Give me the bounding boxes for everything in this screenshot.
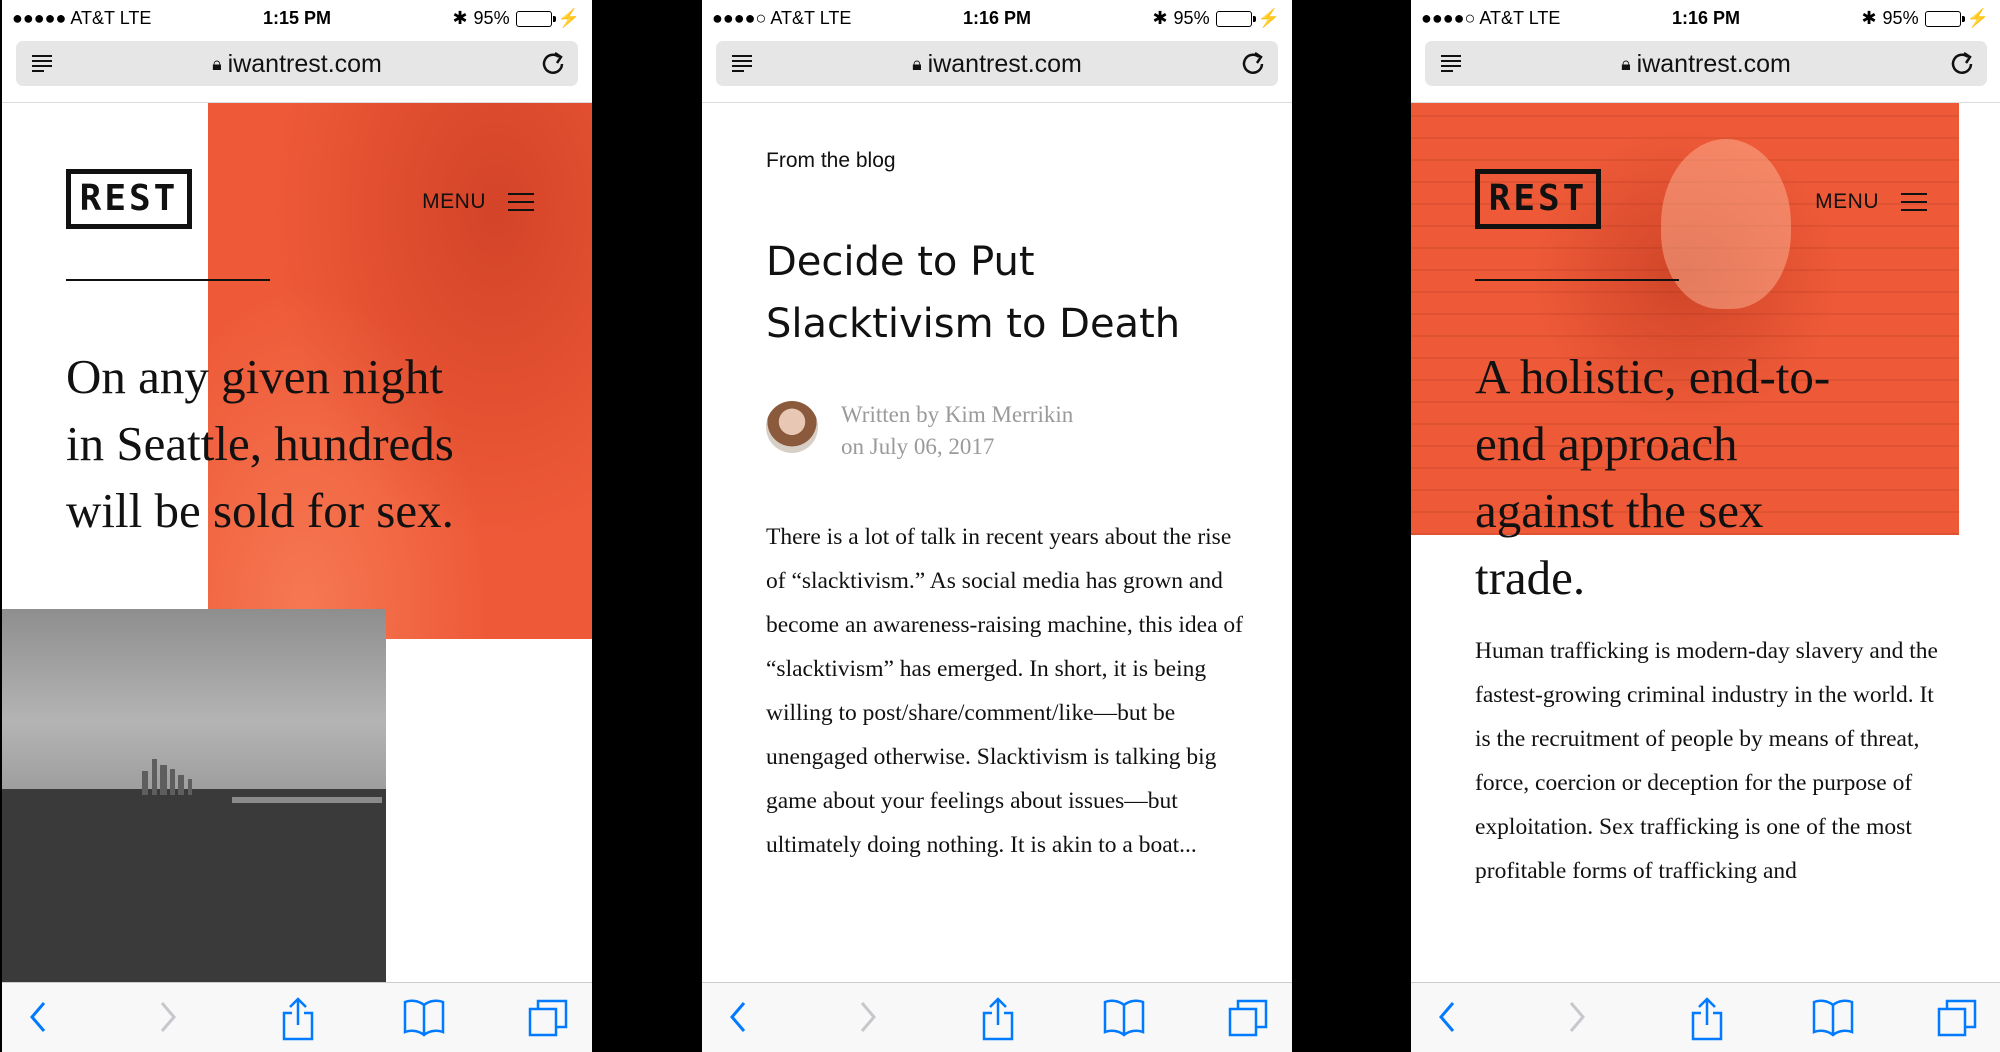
headline-line: On any given night [66, 349, 443, 404]
web-content[interactable]: From the blog Decide to Put Slacktivism … [702, 102, 1292, 982]
battery-icon [1215, 10, 1256, 27]
safari-toolbar [1411, 982, 2000, 1052]
seattle-skyline-photo [2, 609, 386, 982]
hero-headline: On any given night in Seattle, hundreds … [66, 343, 546, 544]
reload-icon[interactable] [1240, 49, 1266, 82]
forward-icon[interactable] [852, 997, 882, 1042]
back-icon[interactable] [24, 997, 54, 1042]
status-right: ✱ 95% ⚡ [1861, 8, 1989, 29]
url-text[interactable]: 🔒︎ iwantrest.com [1425, 50, 1987, 79]
menu-button[interactable]: MENU [1815, 187, 1927, 217]
address-bar[interactable]: 🔒︎ iwantrest.com [1425, 41, 1987, 86]
post-title[interactable]: Decide to Put Slacktivism to Death [766, 231, 1236, 355]
charging-icon: ⚡ [1257, 8, 1280, 28]
phone-screen-about: ●●●●○ AT&T LTE 1:16 PM ✱ 95% ⚡ 🔒︎ iwantre… [1411, 0, 2000, 1052]
bluetooth-icon: ✱ [1152, 8, 1168, 28]
divider [66, 279, 270, 281]
safari-toolbar [702, 982, 1292, 1052]
tabs-icon[interactable] [1936, 997, 1978, 1042]
battery-percent: 95% [1882, 8, 1919, 28]
hero-headline: A holistic, end-to- end approach against… [1475, 343, 1935, 611]
bookmarks-icon[interactable] [1102, 997, 1146, 1042]
rest-logo[interactable]: REST [66, 169, 192, 229]
menu-label: MENU [1815, 190, 1879, 213]
address-bar[interactable]: 🔒︎ iwantrest.com [16, 41, 578, 86]
bookmarks-icon[interactable] [1811, 997, 1855, 1042]
lock-icon: 🔒︎ [212, 54, 222, 74]
hamburger-icon [508, 187, 534, 217]
lock-icon: 🔒︎ [1621, 54, 1631, 74]
reload-icon[interactable] [1949, 49, 1975, 82]
back-icon[interactable] [724, 997, 754, 1042]
headline-line: end approach [1475, 416, 1738, 471]
status-bar: ●●●●○ AT&T LTE 1:16 PM ✱ 95% ⚡ [1411, 0, 2000, 36]
charging-icon: ⚡ [1966, 8, 1989, 28]
byline: Written by Kim Merrikin on July 06, 2017 [841, 399, 1073, 463]
battery-percent: 95% [473, 8, 510, 28]
status-right: ✱ 95% ⚡ [452, 8, 580, 29]
menu-button[interactable]: MENU [422, 187, 534, 217]
bookmarks-icon[interactable] [402, 997, 446, 1042]
tabs-icon[interactable] [1227, 997, 1269, 1042]
hamburger-icon [1901, 187, 1927, 217]
bluetooth-icon: ✱ [1861, 8, 1877, 28]
phone-screen-home: ●●●●● AT&T LTE 1:15 PM ✱ 95% ⚡ 🔒︎ iwantre… [2, 0, 592, 1052]
section-label: From the blog [766, 149, 896, 172]
title-line: Slacktivism to Death [766, 301, 1181, 347]
url-text[interactable]: 🔒︎ iwantrest.com [716, 50, 1278, 79]
back-icon[interactable] [1433, 997, 1463, 1042]
reload-icon[interactable] [540, 49, 566, 82]
status-right: ✱ 95% ⚡ [1152, 8, 1280, 29]
headline-line: in Seattle, hundreds [66, 416, 454, 471]
headline-line: trade. [1475, 550, 1586, 605]
battery-icon [515, 10, 556, 27]
charging-icon: ⚡ [557, 8, 580, 28]
web-content[interactable]: REST MENU A holistic, end-to- end approa… [1411, 102, 2000, 982]
address-bar[interactable]: 🔒︎ iwantrest.com [716, 41, 1278, 86]
web-content[interactable]: REST MENU On any given night in Seattle,… [2, 102, 592, 982]
lock-icon: 🔒︎ [912, 54, 922, 74]
battery-percent: 95% [1173, 8, 1210, 28]
avatar [766, 401, 818, 453]
menu-label: MENU [422, 190, 486, 213]
headline-line: will be sold for sex. [66, 483, 454, 538]
headline-line: against the sex [1475, 483, 1764, 538]
status-bar: ●●●●○ AT&T LTE 1:16 PM ✱ 95% ⚡ [702, 0, 1292, 36]
safari-toolbar [2, 982, 592, 1052]
status-bar: ●●●●● AT&T LTE 1:15 PM ✱ 95% ⚡ [2, 0, 592, 36]
rest-logo[interactable]: REST [1475, 169, 1601, 229]
forward-icon[interactable] [1561, 997, 1591, 1042]
share-icon[interactable] [280, 997, 316, 1046]
headline-line: A holistic, end-to- [1475, 349, 1831, 404]
url-text[interactable]: 🔒︎ iwantrest.com [16, 50, 578, 79]
byline-author: Written by Kim Merrikin [841, 402, 1074, 427]
title-line: Decide to Put [766, 239, 1035, 285]
byline-date: on July 06, 2017 [841, 434, 995, 459]
divider [1475, 279, 1679, 281]
bluetooth-icon: ✱ [452, 8, 468, 28]
battery-icon [1924, 10, 1965, 27]
forward-icon[interactable] [152, 997, 182, 1042]
share-icon[interactable] [980, 997, 1016, 1046]
intro-paragraph: Human trafficking is modern-day slavery … [1475, 638, 1938, 884]
post-excerpt: There is a lot of talk in recent years a… [766, 524, 1243, 858]
tabs-icon[interactable] [527, 997, 569, 1042]
share-icon[interactable] [1689, 997, 1725, 1046]
phone-screen-blog: ●●●●○ AT&T LTE 1:16 PM ✱ 95% ⚡ 🔒︎ iwantre… [702, 0, 1292, 1052]
